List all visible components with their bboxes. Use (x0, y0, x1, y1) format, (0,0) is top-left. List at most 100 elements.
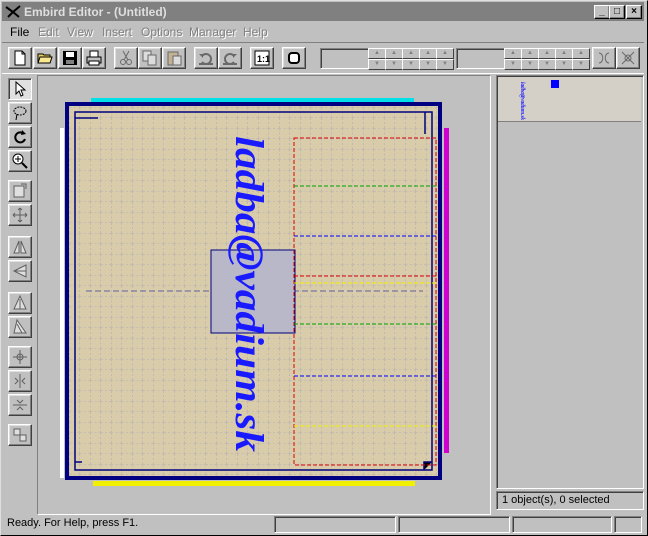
menu-insert[interactable]: Insert (102, 25, 132, 39)
status-message: Ready. For Help, press F1. (7, 517, 139, 529)
status-bar: Ready. For Help, press F1. (2, 514, 644, 533)
spin-down-9[interactable]: ▼ (555, 59, 573, 70)
magenta-bar (444, 128, 449, 453)
object-count-panel: 1 object(s), 0 selected (496, 491, 644, 510)
menu-manager[interactable]: Manager (189, 25, 236, 39)
svg-text:1:1: 1:1 (257, 54, 270, 64)
design-text: ladba@vadium.sk (227, 136, 272, 452)
spin-down-7[interactable]: ▼ (521, 59, 539, 70)
cyan-bar (91, 98, 414, 102)
paste-button[interactable] (162, 47, 186, 69)
zoom-1to1-icon: 1:1 (254, 50, 270, 66)
preview-text: ladba@vadium.sk (519, 82, 525, 120)
new-file-button[interactable] (8, 47, 32, 69)
menu-edit[interactable]: Edit (38, 25, 59, 39)
status-pane-4 (614, 516, 642, 533)
status-pane-2 (398, 516, 510, 533)
arrange-icon (13, 428, 27, 442)
spin-up-9[interactable]: ▲ (555, 48, 573, 59)
spin-up-2[interactable]: ▲ (385, 48, 403, 59)
menu-file[interactable]: File (10, 25, 29, 39)
spin-down-10[interactable]: ▼ (572, 59, 590, 70)
title-bar[interactable]: Embird Editor - (Untitled) _ □ × (2, 2, 644, 21)
unjoin-button[interactable] (592, 47, 616, 69)
left-toolbar (4, 74, 34, 514)
spin-down-5[interactable]: ▼ (436, 59, 454, 70)
skew-left-button[interactable] (8, 292, 32, 314)
select-arrow-icon (15, 81, 27, 97)
cut-button[interactable] (114, 47, 138, 69)
redo-button[interactable] (218, 47, 242, 69)
undo-button[interactable] (194, 47, 218, 69)
embroidery-design: ladba@vadium.sk (60, 98, 449, 486)
select-tool-button[interactable] (8, 78, 32, 100)
menu-view[interactable]: View (67, 25, 93, 39)
spin-up-1[interactable]: ▲ (368, 48, 386, 59)
copy-button[interactable] (138, 47, 162, 69)
menu-bar: File Edit View Insert Options Manager He… (2, 22, 644, 40)
redo-icon (223, 53, 237, 65)
yellow-bar (93, 481, 415, 486)
maximize-button[interactable]: □ (609, 5, 625, 19)
zoom-in-icon (12, 153, 28, 169)
spin-up-5[interactable]: ▲ (436, 48, 454, 59)
spin-down-8[interactable]: ▼ (538, 59, 556, 70)
open-folder-icon (37, 53, 53, 64)
close-icon: × (631, 6, 637, 17)
print-button[interactable] (82, 47, 106, 69)
spin-down-6[interactable]: ▼ (504, 59, 522, 70)
resize-tool-button[interactable] (8, 180, 32, 202)
align-vertical-icon (14, 374, 26, 388)
spin-up-4[interactable]: ▲ (419, 48, 437, 59)
spin-up-3[interactable]: ▲ (402, 48, 420, 59)
mirror-horizontal-icon (13, 240, 27, 254)
rotate-icon (14, 130, 26, 144)
copy-icon (142, 50, 157, 66)
spin-up-6[interactable]: ▲ (504, 48, 522, 59)
save-disk-icon (63, 51, 77, 65)
skew-right-button[interactable] (8, 316, 32, 338)
status-pane-3 (512, 516, 612, 533)
minimize-button[interactable]: _ (594, 5, 610, 19)
stop-button[interactable] (282, 47, 306, 69)
main-toolbar: 1:1 ▲ ▼ ▲ ▼ ▲ ▼ ▲ ▼ ▲ ▼ ▲ ▼ ▲ ▼ ▲ ▼ ▲ ▼ … (2, 42, 644, 74)
spin-down-3[interactable]: ▼ (402, 59, 420, 70)
undo-icon (199, 53, 213, 65)
unjoin-icon (598, 52, 610, 64)
arrange-button[interactable] (8, 424, 32, 446)
rotate-tool-button[interactable] (8, 126, 32, 148)
mirror-v-button[interactable] (8, 260, 32, 282)
join-icon (621, 51, 635, 65)
lasso-tool-button[interactable] (8, 102, 32, 124)
close-button[interactable]: × (626, 5, 642, 19)
spin-down-4[interactable]: ▼ (419, 59, 437, 70)
preview-thumbnail[interactable]: ladba@vadium.sk (498, 77, 641, 122)
zoom-1to1-button[interactable]: 1:1 (250, 47, 274, 69)
object-count-text: 1 object(s), 0 selected (502, 494, 610, 506)
zoom-tool-button[interactable] (8, 150, 32, 172)
spin-down-2[interactable]: ▼ (385, 59, 403, 70)
menu-help[interactable]: Help (243, 25, 268, 39)
paste-icon (167, 51, 182, 66)
mirror-h-button[interactable] (8, 236, 32, 258)
save-button[interactable] (58, 47, 82, 69)
join-button[interactable] (616, 47, 640, 69)
spin-up-10[interactable]: ▲ (572, 48, 590, 59)
move-tool-button[interactable] (8, 204, 32, 226)
spin-up-7[interactable]: ▲ (521, 48, 539, 59)
skew-left-icon (13, 295, 27, 310)
embird-app-icon (5, 4, 21, 19)
white-bar (60, 128, 64, 478)
design-canvas[interactable]: ladba@vadium.sk (37, 75, 491, 515)
new-file-icon (14, 50, 26, 66)
open-button[interactable] (33, 47, 57, 69)
align-horizontal-button[interactable] (8, 394, 32, 416)
align-center-button[interactable] (8, 346, 32, 368)
spin-up-8[interactable]: ▲ (538, 48, 556, 59)
align-horizontal-icon (13, 399, 27, 411)
print-icon (86, 50, 102, 66)
spin-down-1[interactable]: ▼ (368, 59, 386, 70)
align-vertical-button[interactable] (8, 370, 32, 392)
move-icon (12, 207, 28, 223)
menu-options[interactable]: Options (141, 25, 182, 39)
